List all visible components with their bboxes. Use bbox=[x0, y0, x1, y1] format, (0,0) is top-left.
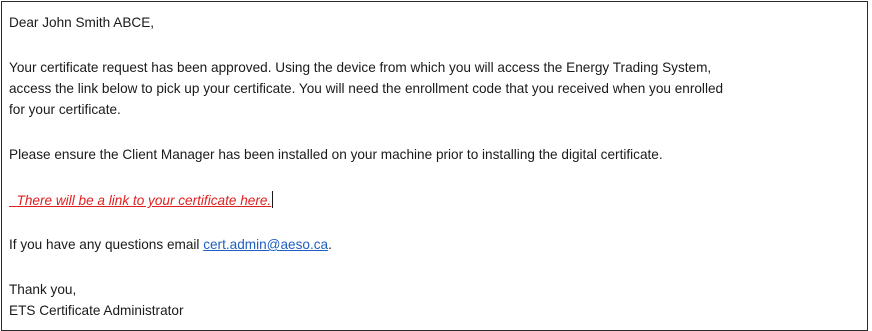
closing: Thank you, bbox=[9, 282, 77, 297]
body-line-2: access the link below to pick up your ce… bbox=[9, 81, 724, 96]
placeholder-text[interactable]: There will be a link to your certificate… bbox=[17, 193, 272, 208]
salutation: Dear John Smith ABCE, bbox=[9, 15, 155, 30]
body-line-3: for your certificate. bbox=[9, 102, 121, 117]
email-body: Dear John Smith ABCE, Your certificate r… bbox=[1, 1, 868, 331]
contact-email-link[interactable]: cert.admin@aeso.ca bbox=[203, 237, 328, 252]
signature: ETS Certificate Administrator bbox=[9, 303, 184, 318]
certificate-link-placeholder[interactable]: There will be a link to your certificate… bbox=[9, 191, 274, 210]
questions-suffix: . bbox=[328, 237, 332, 252]
body-line-1: Your certificate request has been approv… bbox=[9, 60, 712, 75]
text-cursor bbox=[272, 191, 274, 208]
questions-prefix: If you have any questions email bbox=[9, 237, 204, 252]
placeholder-lead-space bbox=[9, 193, 17, 208]
questions-line: If you have any questions email cert.adm… bbox=[9, 236, 332, 254]
client-manager-note: Please ensure the Client Manager has bee… bbox=[9, 147, 663, 162]
